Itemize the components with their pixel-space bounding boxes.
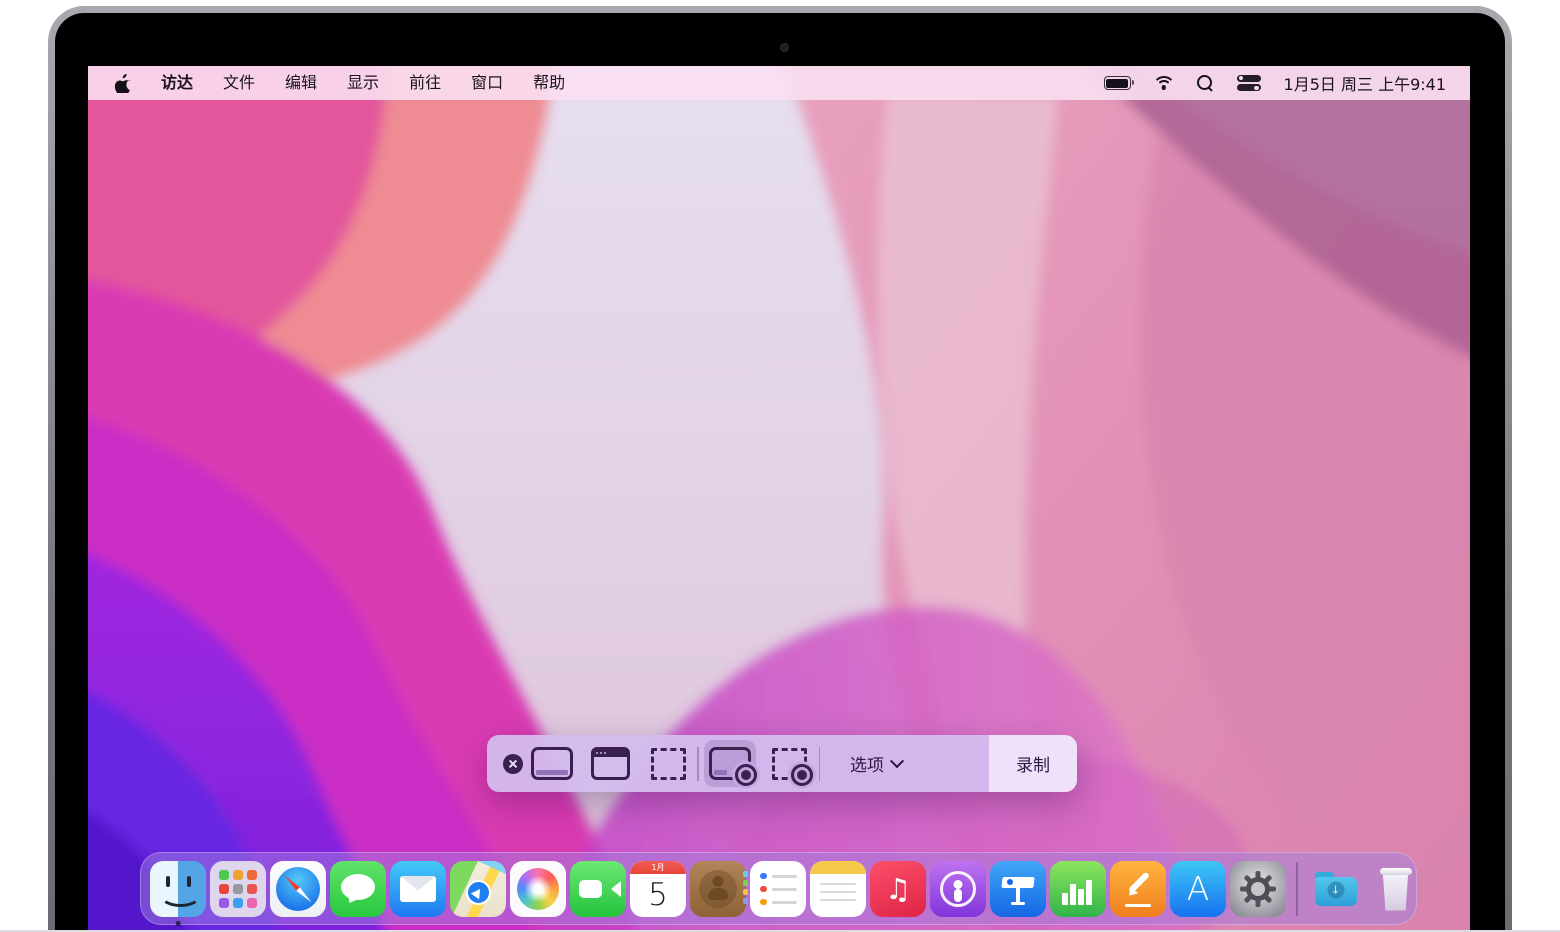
dock-item-contacts[interactable] xyxy=(690,860,748,917)
capture-window-icon xyxy=(590,747,630,780)
options-button[interactable]: 选项 xyxy=(820,740,932,787)
dock-item-mail[interactable] xyxy=(390,860,446,917)
contacts-icon xyxy=(690,860,746,917)
control-center-icon[interactable] xyxy=(1236,74,1261,92)
capture-selection-icon xyxy=(650,747,686,780)
menu-bar-clock[interactable]: 1月5日 周三 上午9:41 xyxy=(1284,71,1446,95)
dock-item-finder[interactable] xyxy=(150,860,206,926)
options-label: 选项 xyxy=(850,756,884,776)
mail-icon xyxy=(390,860,446,917)
screenshot-toolbar: 选项 录制 xyxy=(487,735,1077,792)
messages-icon xyxy=(330,860,386,917)
desktop-wallpaper xyxy=(88,66,1470,932)
menu-item-window[interactable]: 窗口 xyxy=(456,66,518,100)
record-screen-icon xyxy=(708,747,757,786)
podcasts-icon xyxy=(930,860,986,917)
finder-running-indicator xyxy=(175,921,181,926)
menu-bar-status-area: 1月5日 周三 上午9:41 xyxy=(1103,71,1460,95)
record-button[interactable]: 录制 xyxy=(989,735,1077,792)
dock-item-calendar[interactable]: 1月 5 xyxy=(630,860,686,917)
screen: 访达 文件 编辑 显示 前往 窗口 帮助 1月5日 周三 上午9:41 选项 录… xyxy=(88,66,1470,932)
calendar-day: 5 xyxy=(648,877,668,913)
menu-bar: 访达 文件 编辑 显示 前往 窗口 帮助 1月5日 周三 上午9:41 xyxy=(88,66,1470,100)
facetime-icon xyxy=(570,860,626,917)
dock-divider xyxy=(1296,861,1298,916)
dock-item-downloads[interactable]: ↓ xyxy=(1308,861,1364,917)
capture-screen-icon xyxy=(531,747,573,780)
facetime-camera-dot xyxy=(780,43,789,52)
dock-item-launchpad[interactable] xyxy=(210,860,266,917)
downloads-folder-icon: ↓ xyxy=(1308,861,1364,917)
pages-icon xyxy=(1110,860,1166,917)
capture-selected-portion-button[interactable] xyxy=(639,740,697,787)
dock-item-numbers[interactable] xyxy=(1050,860,1106,917)
spotlight-search-icon[interactable] xyxy=(1196,74,1214,93)
dock-item-music[interactable]: ♫ xyxy=(870,860,926,917)
trash-icon xyxy=(1368,861,1424,917)
page: { "menu_bar": { "apple_logo": "apple-log… xyxy=(0,0,1560,932)
dock-item-reminders[interactable] xyxy=(750,860,806,917)
record-entire-screen-button[interactable] xyxy=(703,740,757,787)
finder-icon xyxy=(150,860,206,917)
photos-icon xyxy=(510,860,566,917)
menu-bar-left: 访达 文件 编辑 显示 前往 窗口 帮助 xyxy=(98,66,580,100)
record-label: 录制 xyxy=(1016,756,1050,776)
menu-item-edit[interactable]: 编辑 xyxy=(270,66,332,100)
maps-icon xyxy=(450,860,506,917)
dock-item-maps[interactable] xyxy=(450,860,506,917)
dock-item-photos[interactable] xyxy=(510,860,566,917)
notes-icon xyxy=(810,860,866,917)
capture-entire-screen-button[interactable] xyxy=(523,740,581,787)
calendar-icon: 1月 5 xyxy=(630,860,686,917)
app-store-a-glyph: A xyxy=(1186,869,1210,908)
menu-app-name[interactable]: 访达 xyxy=(146,66,208,100)
record-selection-icon xyxy=(772,747,813,786)
dock-item-system-preferences[interactable] xyxy=(1230,860,1286,917)
toolbar-divider xyxy=(697,746,699,781)
dock-item-keynote[interactable] xyxy=(990,860,1046,917)
music-icon: ♫ xyxy=(870,860,926,917)
launchpad-icon xyxy=(210,860,266,917)
dock-item-messages[interactable] xyxy=(330,860,386,917)
dock-item-notes[interactable] xyxy=(810,860,866,917)
dock-item-pages[interactable] xyxy=(1110,860,1166,917)
battery-icon[interactable] xyxy=(1103,76,1135,90)
menu-item-go[interactable]: 前往 xyxy=(394,66,456,100)
dock-item-trash[interactable] xyxy=(1368,861,1424,917)
dock-item-app-store[interactable]: A xyxy=(1170,860,1226,917)
dock-item-safari[interactable] xyxy=(270,860,326,917)
menu-item-help[interactable]: 帮助 xyxy=(518,66,580,100)
music-note-glyph: ♫ xyxy=(885,871,911,906)
wifi-icon[interactable] xyxy=(1152,75,1176,91)
record-selected-portion-button[interactable] xyxy=(761,740,819,787)
apple-menu-icon[interactable] xyxy=(114,73,132,93)
download-arrow-glyph: ↓ xyxy=(1330,883,1341,896)
safari-icon xyxy=(270,860,326,917)
capture-selected-window-button[interactable] xyxy=(581,740,639,787)
dock-item-podcasts[interactable] xyxy=(930,860,986,917)
chevron-down-icon xyxy=(889,753,905,768)
system-preferences-gear-icon xyxy=(1230,860,1286,917)
menu-item-file[interactable]: 文件 xyxy=(208,66,270,100)
app-store-icon: A xyxy=(1170,860,1226,917)
numbers-icon xyxy=(1050,860,1106,917)
close-button[interactable] xyxy=(503,753,523,774)
calendar-month: 1月 xyxy=(630,860,686,874)
dock: 1月 5 ♫ A ↓ xyxy=(140,852,1417,926)
menu-item-view[interactable]: 显示 xyxy=(332,66,394,100)
keynote-icon xyxy=(990,860,1046,917)
reminders-icon xyxy=(750,860,806,917)
dock-item-facetime[interactable] xyxy=(570,860,626,917)
